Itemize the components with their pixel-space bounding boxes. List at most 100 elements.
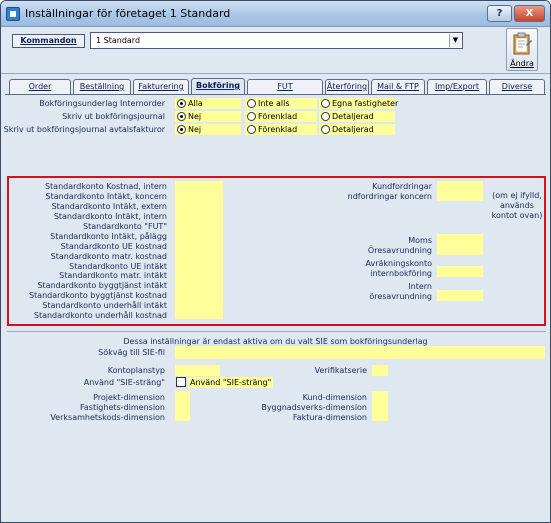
account-label: Standardkonto Intäkt, intern xyxy=(53,212,167,221)
account-label: Standardkonto UE kostnad xyxy=(60,242,167,251)
fastighets-dimension-label: Fastighets-dimension xyxy=(80,403,165,412)
commands-button[interactable]: Kommandon xyxy=(12,34,85,48)
radio-selected[interactable] xyxy=(177,112,186,121)
account-label: Standardkonto Intäkt, extern xyxy=(51,202,167,211)
kundfordringar-label: Kundfordringar xyxy=(372,182,432,191)
tab-aterforing[interactable]: Återföring xyxy=(325,79,369,94)
account-label: Standardkonto "FUT" xyxy=(83,222,167,231)
option-inte-alls[interactable]: Inte alls xyxy=(245,98,317,109)
use-sie-string-checkbox[interactable] xyxy=(176,377,186,387)
app-icon xyxy=(6,7,20,21)
oresavrundning-label: Öresavrundning xyxy=(367,246,432,255)
account-label: Standardkonto UE intäkt xyxy=(69,262,167,271)
use-sie-string-option[interactable]: Använd "SIE-sträng" xyxy=(188,377,273,388)
option-label: Förenklad xyxy=(258,125,298,134)
account-label: Standardkonto underhåll intäkt xyxy=(42,301,167,310)
divider xyxy=(7,331,546,332)
kundfordringar-koncern-label: ndfordringar koncern xyxy=(347,192,432,201)
tab-fakturering[interactable]: Fakturering xyxy=(133,79,189,94)
radio-selected[interactable] xyxy=(177,125,186,134)
avrakningskonto-label: Avräkningskonto xyxy=(365,259,432,268)
left-dimension-fields[interactable] xyxy=(175,391,190,421)
radio[interactable] xyxy=(321,125,330,134)
tab-diverse[interactable]: Diverse xyxy=(489,79,545,94)
account-label: Standardkonto Intäkt, pålägg xyxy=(50,232,167,241)
option-nej[interactable]: Nej xyxy=(175,124,241,135)
edit-button-label: Ändra xyxy=(510,59,534,68)
tab-divider xyxy=(5,94,546,95)
kontoplanstyp-label: Kontoplanstyp xyxy=(107,366,165,375)
account-label: Standardkonto underhåll kostnad xyxy=(33,311,167,320)
kontoplanstyp-field[interactable] xyxy=(175,365,220,376)
chevron-down-icon[interactable]: ▼ xyxy=(449,34,461,47)
setting-label-journal: Skriv ut bokföringsjournal xyxy=(62,112,165,121)
option-forenklad[interactable]: Förenklad xyxy=(245,111,317,122)
tab-order[interactable]: Order xyxy=(9,79,71,94)
option-label: Nej xyxy=(188,112,202,121)
kundfordringar-note: (om ej ifylld, används kontot ovan) xyxy=(491,191,543,220)
clipboard-edit-icon xyxy=(513,32,532,55)
byggnadsverks-dimension-label: Byggnadsverks-dimension xyxy=(261,403,367,412)
moms-field[interactable] xyxy=(437,234,483,255)
sie-path-input[interactable] xyxy=(175,346,545,359)
account-label: Standardkonto matr. intäkt xyxy=(59,271,167,280)
projekt-dimension-label: Projekt-dimension xyxy=(93,393,165,402)
option-label: Alla xyxy=(188,99,203,108)
option-label: Detaljerad xyxy=(332,112,374,121)
kundfordringar-field[interactable] xyxy=(437,181,483,201)
option-egna-fastigheter[interactable]: Egna fastigheter xyxy=(319,98,399,109)
tab-bestallning[interactable]: Beställning xyxy=(73,79,131,94)
option-nej[interactable]: Nej xyxy=(175,111,241,122)
account-label: Standardkonto Intäkt, koncern xyxy=(45,192,167,201)
sie-note: Dessa inställningar är endast aktiva om … xyxy=(123,337,428,346)
tab-fut[interactable]: FUT xyxy=(247,79,323,94)
option-label: Detaljerad xyxy=(332,125,374,134)
avrakningskonto-field[interactable] xyxy=(437,266,483,277)
account-label: Standardkonto Kostnad, intern xyxy=(44,182,167,191)
option-label: Nej xyxy=(188,125,202,134)
moms-label: Moms xyxy=(408,236,432,245)
help-button[interactable]: ? xyxy=(487,5,512,22)
account-label: Standardkonto matr. kostnad xyxy=(50,252,167,261)
option-label: Inte alls xyxy=(258,99,290,108)
option-detaljerad[interactable]: Detaljerad xyxy=(319,124,395,135)
internbokforing-label: internbokföring xyxy=(370,269,432,278)
radio[interactable] xyxy=(321,112,330,121)
tab-imp-export[interactable]: Imp/Export xyxy=(427,79,487,94)
edit-button[interactable]: Ändra xyxy=(506,28,538,71)
divider xyxy=(1,73,550,74)
tab-bokforing[interactable]: Bokföring xyxy=(191,78,245,94)
account-label: Standardkonto byggtjänst kostnad xyxy=(28,291,167,300)
close-button[interactable]: X xyxy=(514,5,545,22)
radio[interactable] xyxy=(247,125,256,134)
option-label: Egna fastigheter xyxy=(332,99,399,108)
verksamhetskods-dimension-label: Verksamhetskods-dimension xyxy=(50,413,165,422)
option-label: Förenklad xyxy=(258,112,298,121)
option-forenklad[interactable]: Förenklad xyxy=(245,124,317,135)
tab-bar: Order Beställning Fakturering Bokföring … xyxy=(7,78,547,95)
radio[interactable] xyxy=(247,112,256,121)
verifikatserie-label: Verifikatserie xyxy=(314,366,367,375)
title-bar[interactable]: Inställningar för företaget 1 Standard ?… xyxy=(1,1,550,27)
use-sie-string-label: Använd "SIE-sträng" xyxy=(83,378,165,387)
company-select-value: 1 Standard xyxy=(96,36,141,45)
company-select[interactable]: 1 Standard ▼ xyxy=(90,32,463,49)
verifikatserie-field[interactable] xyxy=(372,365,388,376)
right-dimension-fields[interactable] xyxy=(372,391,388,421)
radio[interactable] xyxy=(247,99,256,108)
tab-mail-ftp[interactable]: Mail & FTP xyxy=(371,79,425,94)
radio[interactable] xyxy=(321,99,330,108)
settings-window: Inställningar för företaget 1 Standard ?… xyxy=(0,0,551,523)
intern-oresavrundning-field[interactable] xyxy=(437,290,483,301)
intern-oresavrundning-label: öresavrundning xyxy=(369,292,432,301)
window-title: Inställningar för företaget 1 Standard xyxy=(25,7,231,20)
intern-label: Intern xyxy=(408,282,432,291)
setting-label-internorder: Bokföringsunderlag Internorder xyxy=(39,99,165,108)
standard-accounts-field[interactable] xyxy=(175,181,223,319)
radio-selected[interactable] xyxy=(177,99,186,108)
option-alla[interactable]: Alla xyxy=(175,98,241,109)
sie-path-label: Sökväg till SIE-fil xyxy=(98,348,165,357)
option-detaljerad[interactable]: Detaljerad xyxy=(319,111,395,122)
faktura-dimension-label: Faktura-dimension xyxy=(292,413,367,422)
setting-label-avtalsfakturor: Skriv ut bokföringsjournal avtalsfakturo… xyxy=(3,125,165,134)
